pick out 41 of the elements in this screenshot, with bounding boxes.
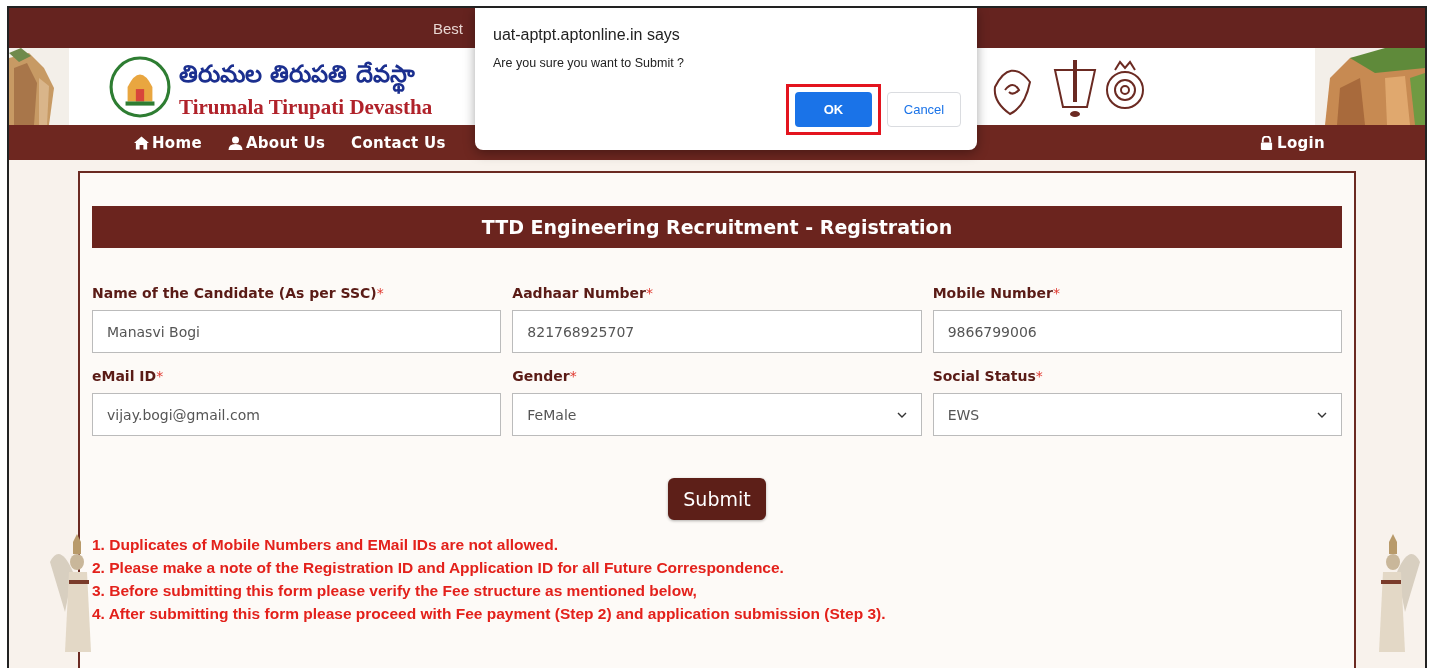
form-title-bar: TTD Engineering Recruitment - Registration [92,206,1342,248]
cancel-button[interactable]: Cancel [887,92,961,127]
chevron-down-icon [1317,411,1327,418]
required-mark: * [569,368,577,384]
field-label: Gender [512,368,570,384]
login-link[interactable]: Login [1259,133,1325,152]
home-icon [134,135,149,150]
user-icon [227,135,243,150]
field-label: Name of the Candidate (As per SSC) [92,285,377,301]
required-mark: * [1035,368,1043,384]
instruction-note: 4. After submitting this form please proceed with Fee payment (Step 2) and application submission (Step 3). [92,604,887,624]
instruction-note: 1. Duplicates of Mobile Numbers and EMail IDs are not allowed. [92,535,559,555]
required-mark: * [376,285,384,301]
temple-emblem-icon [109,55,171,118]
input-field[interactable]: 821768925707 [512,310,922,353]
input-field[interactable]: Manasvi Bogi [92,310,502,353]
lock-icon [1259,135,1275,150]
field-label: Mobile Number [932,285,1053,301]
ok-button[interactable]: OK [795,92,872,127]
field-label: Social Status [932,368,1036,384]
marquee-text: Best [433,19,463,37]
input-field[interactable]: 9866799006 [932,310,1342,353]
submit-button[interactable]: Submit [668,478,766,520]
instruction-note: 3. Before submitting this form please verify the Fee structure as mentioned below, [92,581,698,601]
required-mark: * [1052,285,1060,301]
field-label: Aadhaar Number [512,285,646,301]
telugu-title: తిరుమల తిరుపతి దేవస్థా [179,53,433,95]
field-label: eMail ID [92,368,157,384]
nav-link[interactable]: About Us [227,133,326,152]
instruction-note: 2. Please make a note of the Registration ID and Application ID for all Future Correspondence. [92,558,785,578]
dialog-title: uat-aptpt.aptonline.in says [493,26,681,44]
nav-link[interactable]: Contact Us [351,133,446,152]
nav-link[interactable]: Home [134,133,202,152]
dropdown[interactable]: EWS [932,393,1342,436]
required-mark: * [645,285,653,301]
required-mark: * [156,368,164,384]
input-field[interactable]: vijay.bogi@gmail.com [92,393,502,436]
dialog-message: Are you sure you want to Submit ? [493,56,686,70]
dropdown[interactable]: FeMale [512,393,922,436]
chevron-down-icon [896,411,907,418]
english-title: Tirumala Tirupati Devastha [179,95,433,120]
